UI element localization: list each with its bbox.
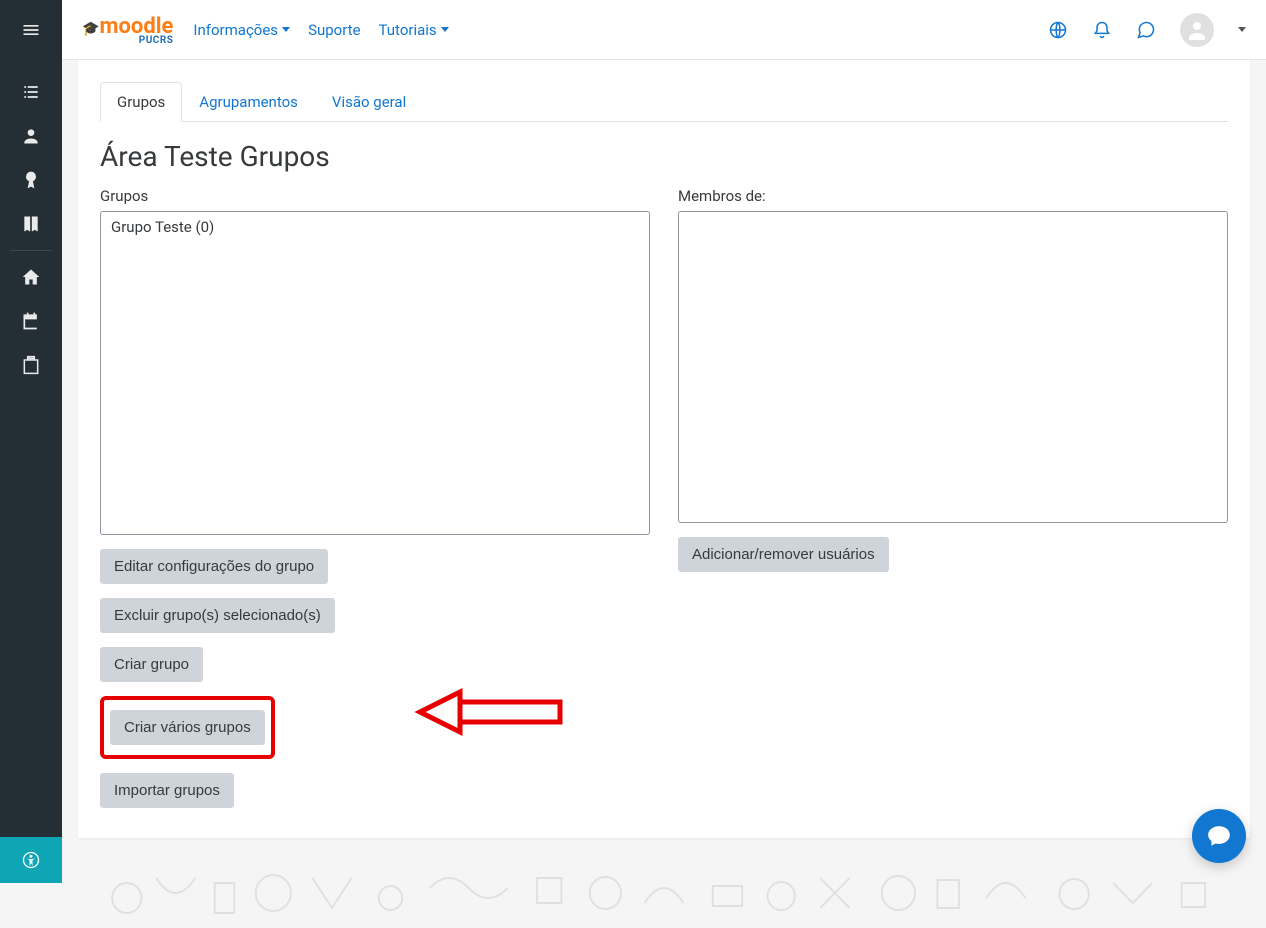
page-title: Área Teste Grupos xyxy=(100,140,1228,173)
nav-suporte[interactable]: Suporte xyxy=(308,21,360,39)
top-nav: Informações Suporte Tutoriais xyxy=(193,21,448,39)
notifications-icon[interactable] xyxy=(1092,20,1112,40)
members-listbox[interactable] xyxy=(678,211,1228,523)
nav-tutoriais-label: Tutoriais xyxy=(379,21,437,39)
chevron-down-icon xyxy=(282,27,290,32)
sidebar-item-home[interactable] xyxy=(0,255,62,299)
topbar: 🎓moodle PUCRS Informações Suporte Tutori… xyxy=(62,0,1266,60)
highlight-annotation: Criar vários grupos xyxy=(100,696,275,759)
accessibility-button[interactable] xyxy=(0,837,62,883)
nav-tutoriais[interactable]: Tutoriais xyxy=(379,21,449,39)
sidebar-item-sections[interactable] xyxy=(0,70,62,114)
tab-grupos-label: Grupos xyxy=(117,93,165,111)
sidebar-item-files[interactable] xyxy=(0,343,62,387)
import-groups-button[interactable]: Importar grupos xyxy=(100,773,234,808)
columns: Grupos Grupo Teste (0) Editar configuraç… xyxy=(100,187,1228,808)
tab-agrupamentos-label: Agrupamentos xyxy=(199,93,298,111)
logo[interactable]: 🎓moodle PUCRS xyxy=(82,14,173,46)
groups-label: Grupos xyxy=(100,187,650,205)
members-column: Membros de: Adicionar/remover usuários xyxy=(678,187,1228,808)
hamburger-menu-button[interactable] xyxy=(0,0,62,60)
user-menu-toggle[interactable] xyxy=(1238,27,1246,32)
sidebar-item-calendar[interactable] xyxy=(0,299,62,343)
user-avatar[interactable] xyxy=(1180,13,1214,47)
create-multiple-groups-button[interactable]: Criar vários grupos xyxy=(110,710,265,745)
chat-button[interactable] xyxy=(1192,809,1246,863)
edit-group-settings-button[interactable]: Editar configurações do grupo xyxy=(100,549,328,584)
groups-listbox-item[interactable]: Grupo Teste (0) xyxy=(101,212,649,242)
sidebar-item-grades[interactable] xyxy=(0,202,62,246)
tab-agrupamentos[interactable]: Agrupamentos xyxy=(182,82,315,122)
tabs: Grupos Agrupamentos Visão geral xyxy=(100,82,1228,122)
sidebar xyxy=(0,0,62,883)
nav-informacoes[interactable]: Informações xyxy=(193,21,290,39)
groups-column: Grupos Grupo Teste (0) Editar configuraç… xyxy=(100,187,650,808)
sidebar-item-badges[interactable] xyxy=(0,158,62,202)
arrow-annotation-icon xyxy=(400,682,570,742)
footer-decoration xyxy=(78,858,1250,928)
language-icon[interactable] xyxy=(1048,20,1068,40)
create-group-button[interactable]: Criar grupo xyxy=(100,647,203,682)
delete-groups-button[interactable]: Excluir grupo(s) selecionado(s) xyxy=(100,598,335,633)
topbar-right xyxy=(1048,13,1246,47)
sidebar-item-participants[interactable] xyxy=(0,114,62,158)
tab-visao-geral[interactable]: Visão geral xyxy=(315,82,423,122)
content: Grupos Agrupamentos Visão geral Área Tes… xyxy=(62,0,1266,928)
members-label: Membros de: xyxy=(678,187,1228,205)
content-card: Grupos Agrupamentos Visão geral Área Tes… xyxy=(78,60,1250,838)
add-remove-users-button[interactable]: Adicionar/remover usuários xyxy=(678,537,889,572)
groups-buttons: Editar configurações do grupo Excluir gr… xyxy=(100,549,650,808)
groups-listbox[interactable]: Grupo Teste (0) xyxy=(100,211,650,535)
sidebar-divider xyxy=(10,250,52,251)
nav-informacoes-label: Informações xyxy=(193,21,278,39)
tab-grupos[interactable]: Grupos xyxy=(100,82,182,122)
chevron-down-icon xyxy=(441,27,449,32)
tab-visao-geral-label: Visão geral xyxy=(332,93,406,111)
nav-suporte-label: Suporte xyxy=(308,21,360,39)
messages-icon[interactable] xyxy=(1136,20,1156,40)
